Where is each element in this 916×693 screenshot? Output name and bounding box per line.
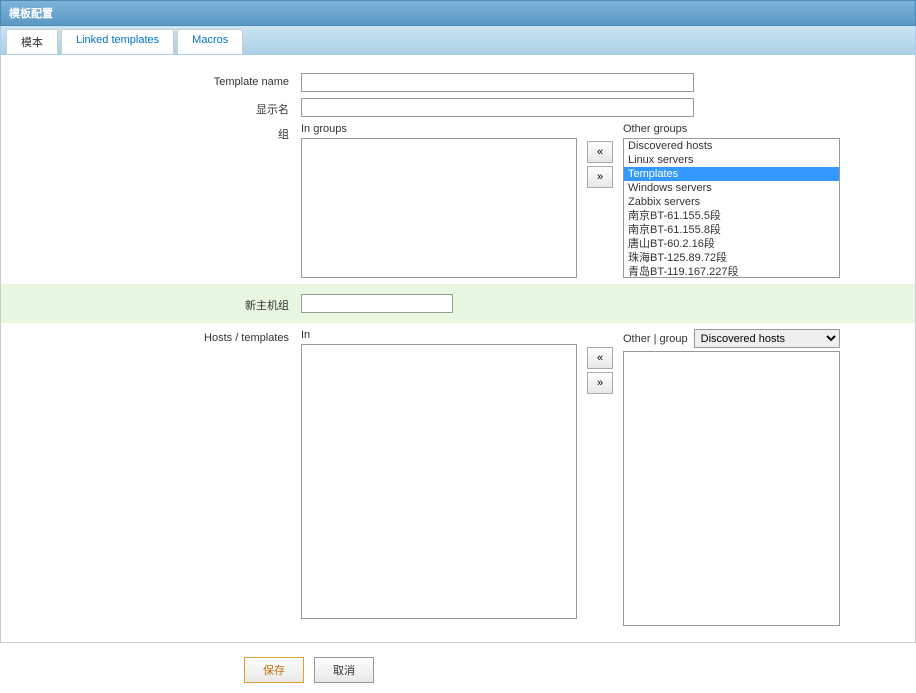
tab-row: 模本 Linked templates Macros — [0, 26, 916, 55]
in-groups-heading: In groups — [301, 123, 577, 135]
move-left-hosts-button[interactable]: « — [587, 347, 613, 369]
move-right-groups-button[interactable]: » — [587, 166, 613, 188]
other-groups-listbox[interactable]: Discovered hostsLinux serversTemplatesWi… — [623, 138, 840, 278]
list-item[interactable]: Templates — [624, 167, 839, 181]
other-group-heading: Other | group — [623, 333, 688, 345]
save-button[interactable]: 保存 — [244, 657, 304, 683]
list-item[interactable]: 珠海BT-125.89.72段 — [624, 251, 839, 265]
new-group-input[interactable] — [301, 294, 453, 313]
template-name-input[interactable] — [301, 73, 694, 92]
list-item[interactable]: Linux servers — [624, 153, 839, 167]
visible-name-input[interactable] — [301, 98, 694, 117]
other-groups-heading: Other groups — [623, 123, 840, 135]
groups-label: 组 — [11, 123, 301, 142]
move-right-hosts-button[interactable]: » — [587, 372, 613, 394]
hosts-templates-label: Hosts / templates — [11, 329, 301, 344]
move-left-groups-button[interactable]: « — [587, 141, 613, 163]
in-hosts-listbox[interactable] — [301, 344, 577, 619]
list-item[interactable]: 青岛BT-119.167.227段 — [624, 265, 839, 278]
tab-macros[interactable]: Macros — [177, 29, 243, 54]
list-item[interactable]: 南京BT-61.155.8段 — [624, 223, 839, 237]
list-item[interactable]: 南京BT-61.155.5段 — [624, 209, 839, 223]
list-item[interactable]: Discovered hosts — [624, 139, 839, 153]
other-group-select[interactable]: Discovered hosts — [694, 329, 840, 348]
cancel-button[interactable]: 取消 — [314, 657, 374, 683]
template-name-label: Template name — [11, 73, 301, 88]
visible-name-label: 显示名 — [11, 98, 301, 117]
button-row: 保存 取消 — [0, 643, 916, 693]
other-hosts-listbox[interactable] — [623, 351, 840, 626]
window-title: 模板配置 — [0, 0, 916, 26]
list-item[interactable]: Zabbix servers — [624, 195, 839, 209]
in-heading: In — [301, 329, 577, 341]
form-area: Template name 显示名 组 In groups « » — [0, 55, 916, 643]
list-item[interactable]: Windows servers — [624, 181, 839, 195]
in-groups-listbox[interactable] — [301, 138, 577, 278]
tab-linked-templates[interactable]: Linked templates — [61, 29, 174, 54]
tab-template[interactable]: 模本 — [6, 29, 58, 54]
new-group-label: 新主机组 — [11, 294, 301, 313]
list-item[interactable]: 唐山BT-60.2.16段 — [624, 237, 839, 251]
